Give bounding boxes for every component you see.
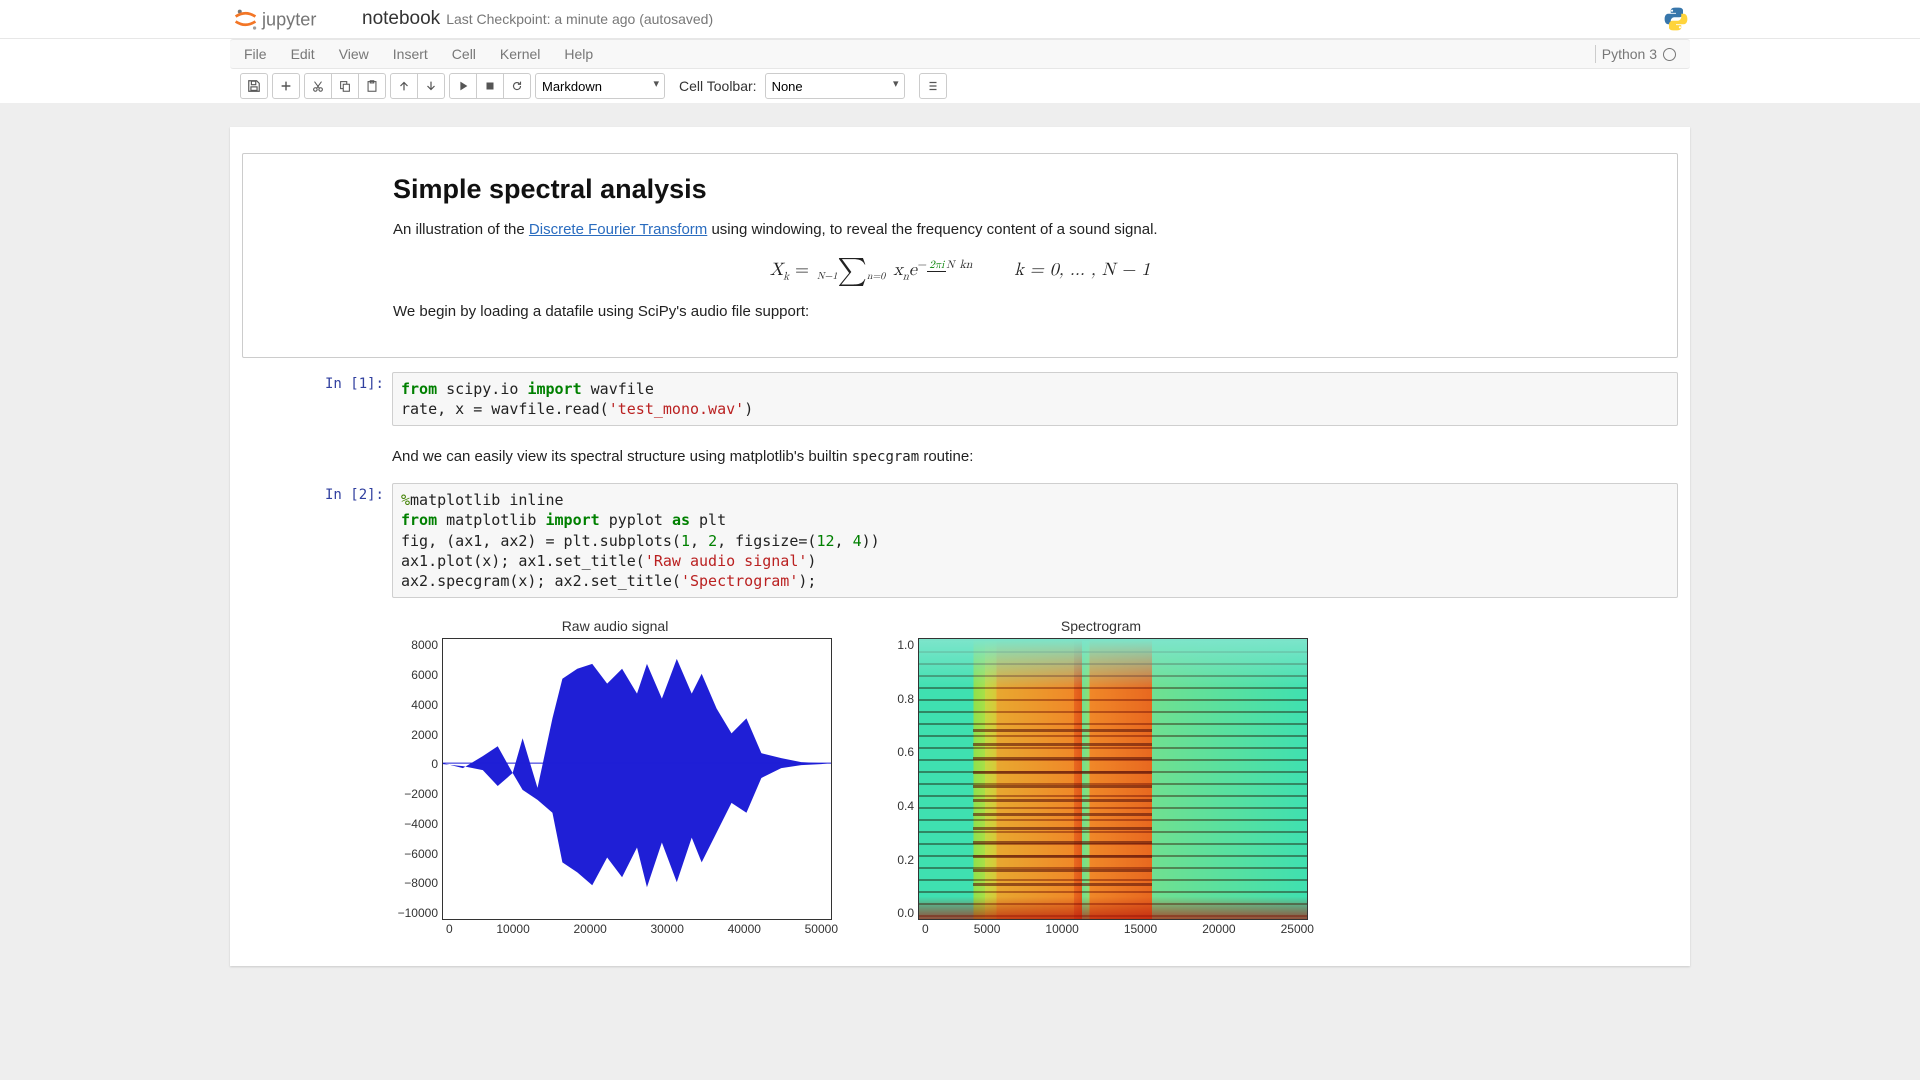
output-area: Raw audio signal 80006000400020000−2000−… bbox=[242, 608, 1678, 936]
menubar: File Edit View Insert Cell Kernel Help P… bbox=[230, 39, 1690, 69]
restart-button[interactable] bbox=[503, 73, 531, 99]
y-axis: 1.00.80.60.40.20.0 bbox=[888, 638, 918, 920]
command-palette-button[interactable] bbox=[919, 73, 947, 99]
move-down-button[interactable] bbox=[417, 73, 445, 99]
menu-edit[interactable]: Edit bbox=[279, 39, 327, 69]
plot-title: Raw audio signal bbox=[392, 618, 838, 634]
stop-icon bbox=[483, 79, 497, 93]
checkpoint-status: Last Checkpoint: a minute ago (autosaved… bbox=[446, 11, 713, 27]
input-prompt: In [2]: bbox=[242, 483, 392, 598]
inline-code: specgram bbox=[852, 449, 919, 465]
markdown-cell[interactable]: Simple spectral analysis An illustration… bbox=[242, 149, 1678, 362]
celltype-select[interactable]: Markdown bbox=[535, 73, 665, 99]
code-cell[interactable]: In [1]: from scipy.io import wavfile rat… bbox=[242, 368, 1678, 431]
page-title: Simple spectral analysis bbox=[393, 174, 1527, 205]
move-up-button[interactable] bbox=[390, 73, 418, 99]
plot-title: Spectrogram bbox=[888, 618, 1314, 634]
markdown-cell[interactable]: And we can easily view its spectral stru… bbox=[242, 436, 1678, 473]
celltoolbar-label: Cell Toolbar: bbox=[679, 78, 757, 94]
notebook-container: Simple spectral analysis An illustration… bbox=[230, 127, 1690, 966]
arrow-up-icon bbox=[397, 79, 411, 93]
paste-button[interactable] bbox=[358, 73, 386, 99]
toolbar: Markdown Cell Toolbar: None bbox=[230, 69, 1690, 103]
equation: Xk = N−1∑n=0 xne−2πiN kn k = 0, … , N − … bbox=[393, 257, 1527, 285]
code-input[interactable]: from scipy.io import wavfile rate, x = w… bbox=[392, 372, 1678, 427]
arrow-down-icon bbox=[424, 79, 438, 93]
menu-view[interactable]: View bbox=[327, 39, 381, 69]
markdown-rendered[interactable]: And we can easily view its spectral stru… bbox=[242, 440, 1678, 469]
restart-icon bbox=[510, 79, 524, 93]
kernel-idle-icon bbox=[1663, 48, 1676, 61]
interrupt-button[interactable] bbox=[476, 73, 504, 99]
paste-icon bbox=[365, 79, 379, 93]
waveform-icon bbox=[443, 639, 831, 919]
save-icon bbox=[247, 79, 261, 93]
copy-button[interactable] bbox=[331, 73, 359, 99]
plus-icon bbox=[279, 79, 293, 93]
save-button[interactable] bbox=[240, 73, 268, 99]
x-axis: 0500010000150002000025000 bbox=[922, 920, 1314, 936]
python-logo-icon bbox=[1662, 5, 1690, 33]
menu-cell[interactable]: Cell bbox=[440, 39, 488, 69]
insert-cell-button[interactable] bbox=[272, 73, 300, 99]
kernel-indicator: Python 3 bbox=[1595, 45, 1690, 63]
menu-help[interactable]: Help bbox=[552, 39, 605, 69]
md-paragraph: We begin by loading a datafile using Sci… bbox=[393, 301, 1527, 323]
menu-insert[interactable]: Insert bbox=[381, 39, 440, 69]
code-cell[interactable]: In [2]: %%matplotlib inlinematplotlib in… bbox=[242, 479, 1678, 602]
menu-file[interactable]: File bbox=[230, 39, 279, 69]
copy-icon bbox=[338, 79, 352, 93]
notebook-header: jupyter notebook Last Checkpoint: a minu… bbox=[0, 0, 1920, 39]
jupyter-logo: jupyter bbox=[230, 5, 350, 33]
run-button[interactable] bbox=[449, 73, 477, 99]
cut-button[interactable] bbox=[304, 73, 332, 99]
markdown-rendered[interactable]: Simple spectral analysis An illustration… bbox=[242, 153, 1678, 358]
y-axis: 80006000400020000−2000−4000−6000−8000−10… bbox=[392, 638, 442, 920]
code-input[interactable]: %%matplotlib inlinematplotlib inline fro… bbox=[392, 483, 1678, 598]
input-prompt: In [1]: bbox=[242, 372, 392, 427]
menu-kernel[interactable]: Kernel bbox=[488, 39, 552, 69]
plot-spectrogram: Spectrogram 1.00.80.60.40.20.0 050001000… bbox=[888, 618, 1314, 936]
cut-icon bbox=[311, 79, 325, 93]
notebook-name[interactable]: notebook bbox=[362, 8, 440, 30]
md-paragraph: An illustration of the Discrete Fourier … bbox=[393, 219, 1527, 241]
kernel-name: Python 3 bbox=[1602, 46, 1657, 62]
play-icon bbox=[456, 79, 470, 93]
list-icon bbox=[926, 79, 940, 93]
celltoolbar-select[interactable]: None bbox=[765, 73, 905, 99]
svg-text:jupyter: jupyter bbox=[261, 10, 316, 30]
menubar-container: File Edit View Insert Cell Kernel Help P… bbox=[0, 39, 1920, 103]
x-axis: 01000020000300004000050000 bbox=[446, 920, 838, 936]
plot-raw-audio: Raw audio signal 80006000400020000−2000−… bbox=[392, 618, 838, 936]
dft-link[interactable]: Discrete Fourier Transform bbox=[529, 221, 707, 238]
spectrogram-image bbox=[919, 639, 1307, 919]
